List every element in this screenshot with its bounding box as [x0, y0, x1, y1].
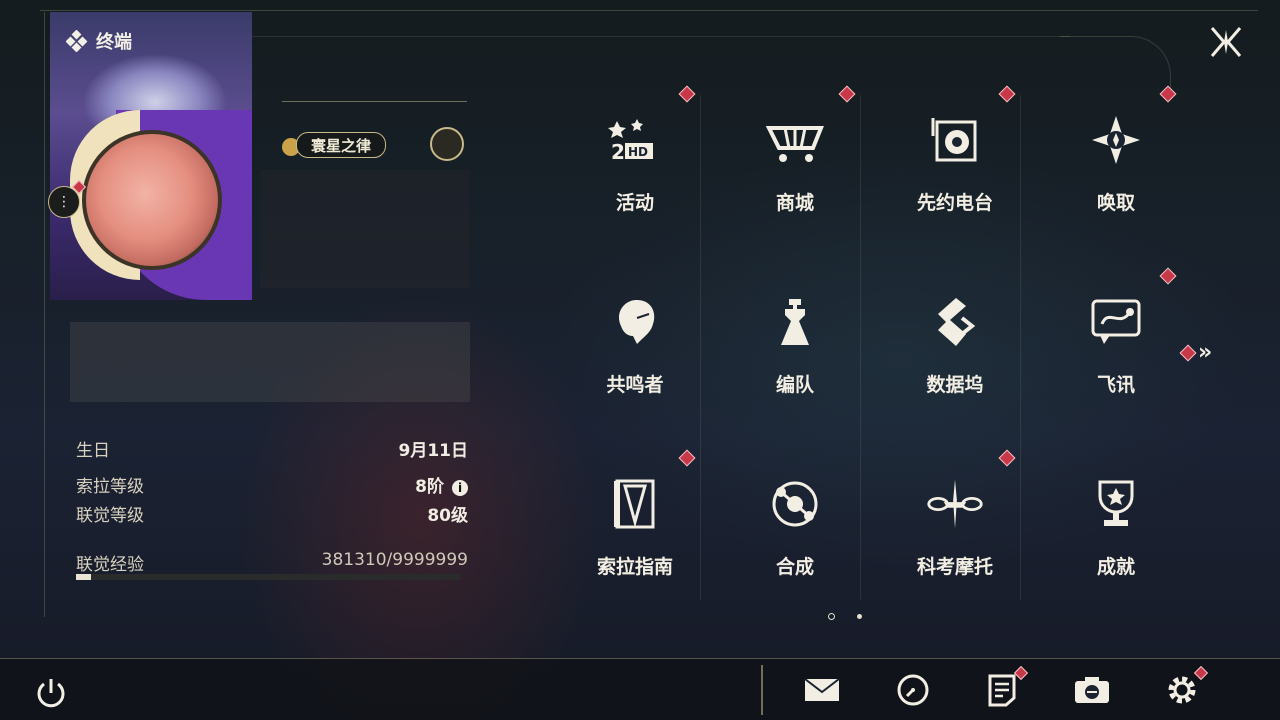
- grid-separator: [860, 95, 861, 600]
- bottom-bar-separator: [761, 665, 763, 715]
- notification-badge: [1159, 267, 1177, 285]
- stat-value: 8阶: [415, 477, 444, 497]
- double-chevron-right-icon: »: [1198, 340, 1213, 365]
- menu-tile[interactable]: 成就: [1036, 444, 1196, 624]
- menu-tile-label: 飞讯: [1096, 374, 1135, 396]
- menu-tile-label: 合成: [775, 556, 814, 578]
- notification-badge: [1159, 85, 1177, 103]
- stat-key: 生日: [76, 441, 110, 461]
- close-icon[interactable]: [1208, 24, 1244, 60]
- frame-line-inner: [230, 36, 1070, 37]
- camera-icon: [1075, 677, 1109, 703]
- grid-separator: [700, 95, 701, 600]
- menu-tile-label: 先约电台: [916, 192, 993, 214]
- stat-key: 索拉等级: [76, 477, 144, 497]
- page-dot-1[interactable]: [828, 613, 835, 620]
- menu-tile-label: 数据坞: [926, 374, 984, 396]
- stat-value: 80级: [427, 506, 468, 526]
- menu-tile-label: 编队: [775, 374, 814, 396]
- stat-birthday: 生日 9月11日: [76, 436, 468, 461]
- menu-tile[interactable]: 飞讯: [1036, 262, 1196, 442]
- info-icon[interactable]: i: [452, 480, 468, 496]
- title-divider: [282, 101, 467, 102]
- stat-value: 9月11日: [398, 441, 469, 461]
- guidebook-icon: [605, 474, 665, 534]
- section-title: 终端: [66, 28, 132, 54]
- title-plate-text: 寰星之律: [311, 136, 372, 155]
- convene-icon: [1086, 110, 1146, 170]
- notes-button[interactable]: [982, 665, 1029, 708]
- notification-badge: [998, 85, 1016, 103]
- stat-key: 联觉等级: [76, 506, 144, 526]
- union-exp-fill: [76, 574, 92, 580]
- avatar[interactable]: [82, 130, 222, 270]
- achievement-icon: [1086, 474, 1146, 534]
- settings-icon: [1168, 676, 1196, 704]
- profile-menu-badge: [71, 179, 87, 195]
- grid-separator: [1020, 95, 1021, 600]
- menu-tile[interactable]: 2 HD 活动: [555, 80, 715, 260]
- menu-tile[interactable]: 商城: [715, 80, 875, 260]
- menu-tile-label: 商城: [775, 192, 814, 214]
- clock-icon: [897, 674, 929, 706]
- title-medal-icon: [430, 127, 464, 161]
- shop-icon: [765, 110, 825, 170]
- power-icon[interactable]: [32, 674, 70, 712]
- stat-union-level: 联觉等级 80级: [76, 501, 468, 526]
- signature-blurred: [70, 322, 470, 402]
- notes-badge: [1013, 665, 1029, 681]
- page-indicator: [828, 613, 862, 620]
- mail-button[interactable]: [802, 672, 842, 708]
- team-icon: [765, 292, 825, 352]
- menu-tile-label: 索拉指南: [596, 556, 673, 578]
- svg-text:2: 2: [611, 140, 625, 164]
- radio-icon: [925, 110, 985, 170]
- menu-tile[interactable]: 索拉指南: [555, 444, 715, 624]
- settings-button[interactable]: [1162, 665, 1209, 708]
- settings-badge: [1193, 665, 1209, 681]
- next-page-button[interactable]: »: [1179, 340, 1213, 365]
- frame-line-top: [40, 10, 1258, 11]
- stat-union-exp: 联觉经验 381310/9999999: [76, 550, 468, 575]
- photo-button[interactable]: [1072, 672, 1112, 708]
- motorbike-icon: [925, 474, 985, 534]
- mail-icon: [804, 678, 840, 701]
- frame-line-left: [44, 12, 45, 617]
- menu-tile[interactable]: 合成: [715, 444, 875, 624]
- union-exp-bar: [76, 574, 460, 580]
- stat-key: 联觉经验: [76, 555, 144, 575]
- more-dots-icon: ⋮: [57, 194, 71, 210]
- terminal-diamonds-icon: [66, 30, 88, 52]
- menu-tile-label: 共鸣者: [606, 374, 664, 396]
- menu-tile[interactable]: 科考摩托: [875, 444, 1035, 624]
- synthesis-icon: [765, 474, 825, 534]
- menu-tile-label: 唤取: [1096, 192, 1135, 214]
- menu-tile[interactable]: 先约电台: [875, 80, 1035, 260]
- notification-badge: [838, 85, 856, 103]
- menu-tile-label: 科考摩托: [916, 556, 993, 578]
- menu-tile-label: 成就: [1096, 556, 1135, 578]
- notification-badge: [678, 449, 696, 467]
- next-page-badge: [1179, 344, 1197, 361]
- menu-tile-label: 活动: [615, 192, 654, 214]
- notification-badge: [998, 449, 1016, 467]
- event-2hd-icon: 2 HD: [605, 110, 665, 170]
- notes-icon: [988, 674, 1016, 707]
- svg-text:HD: HD: [628, 145, 648, 159]
- menu-tile[interactable]: 唤取: [1036, 80, 1196, 260]
- name-area-blurred: [260, 170, 470, 288]
- stat-sol-rank: 索拉等级 8阶 i: [76, 472, 468, 497]
- menu-tile[interactable]: 数据坞: [875, 262, 1035, 442]
- page-dot-2[interactable]: [857, 614, 862, 619]
- section-title-text: 终端: [96, 32, 132, 53]
- resonator-icon: [605, 292, 665, 352]
- menu-tile[interactable]: 共鸣者: [555, 262, 715, 442]
- time-button[interactable]: [893, 672, 933, 708]
- bottom-bar-line: [0, 658, 1280, 659]
- stat-value: 381310/9999999: [321, 550, 468, 570]
- message-icon: [1086, 292, 1146, 352]
- data-bank-icon: [925, 292, 985, 352]
- menu-tile[interactable]: 编队: [715, 262, 875, 442]
- notification-badge: [678, 85, 696, 103]
